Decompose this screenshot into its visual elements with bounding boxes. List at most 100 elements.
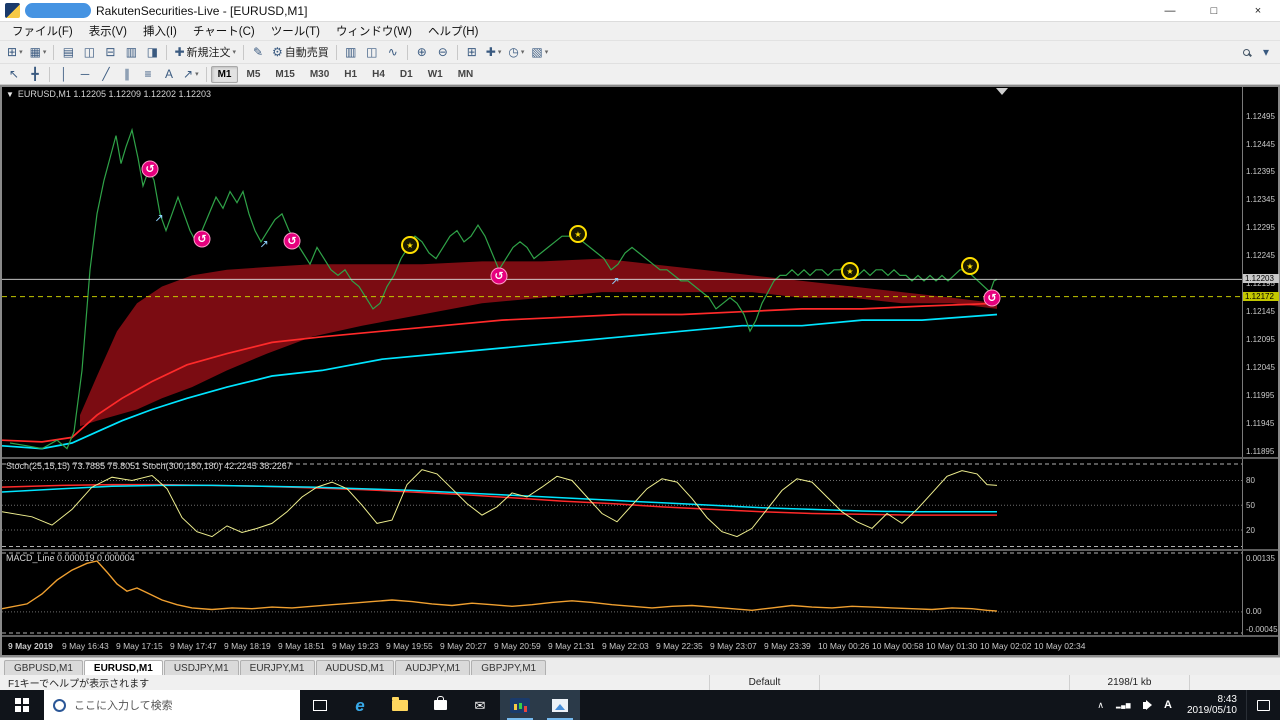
pane-divider[interactable] bbox=[2, 635, 1278, 637]
minimize-button[interactable]: — bbox=[1148, 0, 1192, 21]
clock-date: 2019/05/10 bbox=[1186, 705, 1237, 716]
chart-tab-eurjpy[interactable]: EURJPY,M1 bbox=[239, 660, 315, 675]
strategy-tester-button[interactable]: ◨ bbox=[142, 43, 162, 62]
start-button[interactable] bbox=[0, 690, 44, 720]
status-connection-profile[interactable]: Default bbox=[710, 675, 820, 690]
macd-canvas[interactable] bbox=[2, 551, 1242, 635]
menu-help[interactable]: ヘルプ(H) bbox=[420, 21, 486, 41]
taskbar-app-file-explorer[interactable] bbox=[380, 690, 420, 720]
zoom-in-button[interactable]: ⊕ bbox=[412, 43, 432, 62]
macd-pane[interactable]: MACD_Line 0.000019 0.000004 bbox=[2, 551, 1242, 635]
metaeditor-button[interactable]: ✎ bbox=[248, 43, 268, 62]
volume-button[interactable] bbox=[1137, 690, 1158, 720]
maximize-button[interactable]: □ bbox=[1192, 0, 1236, 21]
menu-charts[interactable]: チャート(C) bbox=[185, 21, 263, 41]
chart-line-button[interactable]: ∿ bbox=[383, 43, 403, 62]
auto-trading-button[interactable]: ⚙ 自動売買 bbox=[269, 43, 332, 62]
taskbar-app-task-view[interactable] bbox=[300, 690, 340, 720]
close-button[interactable]: × bbox=[1236, 0, 1280, 21]
one-click-trading-icon[interactable]: ▼ bbox=[6, 90, 14, 99]
pane-divider[interactable] bbox=[2, 549, 1278, 551]
timeframe-m15-button[interactable]: M15 bbox=[268, 66, 301, 83]
cursor-icon: ↖ bbox=[8, 67, 20, 81]
chart-tab-usdjpy[interactable]: USDJPY,M1 bbox=[163, 660, 239, 675]
new-chart-button[interactable]: ⊞ ▾ bbox=[4, 43, 26, 62]
horizontal-line-button[interactable]: ─ bbox=[75, 65, 95, 84]
new-order-button[interactable]: ✚ 新規注文 ▾ bbox=[171, 43, 239, 62]
taskbar-app-photos[interactable] bbox=[540, 690, 580, 720]
photos-icon bbox=[552, 698, 568, 712]
data-window-button[interactable]: ◫ bbox=[79, 43, 99, 62]
taskbar-app-mail[interactable]: ✉ bbox=[460, 690, 500, 720]
timeframe-mn-button[interactable]: MN bbox=[451, 66, 481, 83]
network-button[interactable]: ▂▄▆ bbox=[1110, 690, 1137, 720]
taskbar-app-edge[interactable]: e bbox=[340, 690, 380, 720]
chart-tab-audusd[interactable]: AUDUSD,M1 bbox=[315, 660, 395, 675]
time-axis-label: 10 May 00:26 bbox=[818, 641, 870, 651]
main-chart-pane[interactable]: ▼ EURUSD,M1 1.12205 1.12209 1.12202 1.12… bbox=[2, 87, 1242, 457]
price-scale[interactable]: 1.12203 1.12172 1.12495 1.12445 1.12395 1.1… bbox=[1242, 87, 1279, 635]
alert-price-tag: 1.12172 bbox=[1243, 291, 1279, 301]
horizontal-line-icon: ─ bbox=[80, 67, 90, 81]
price-scale-tick: 1.12445 bbox=[1246, 139, 1275, 149]
stochastic-canvas[interactable] bbox=[2, 459, 1242, 549]
system-tray: ∧ ▂▄▆ A 8:43 2019/05/10 bbox=[1091, 690, 1280, 720]
search-button[interactable] bbox=[1236, 43, 1256, 62]
price-scale-tick: 1.12395 bbox=[1246, 167, 1275, 177]
periods-button[interactable]: ◷ ▾ bbox=[505, 43, 527, 62]
taskbar-app-store[interactable] bbox=[420, 690, 460, 720]
toolbar-options-button[interactable]: ▾ bbox=[1256, 43, 1276, 62]
timeframe-h4-button[interactable]: H4 bbox=[365, 66, 392, 83]
chart-bars-button[interactable]: ▥ bbox=[341, 43, 361, 62]
profiles-button[interactable]: ▦ ▾ bbox=[27, 43, 50, 62]
vertical-line-button[interactable]: │ bbox=[54, 65, 74, 84]
main-chart-canvas[interactable] bbox=[2, 87, 1242, 457]
timeframe-m30-button[interactable]: M30 bbox=[303, 66, 336, 83]
action-center-button[interactable] bbox=[1246, 690, 1280, 720]
ime-mode-button[interactable]: A bbox=[1158, 690, 1178, 720]
arrow-objects-button[interactable]: ↗ ▾ bbox=[180, 65, 202, 84]
terminal-button[interactable]: ▥ bbox=[121, 43, 141, 62]
stochastic-pane[interactable]: Stoch(25,15,15) 73.7885 75.8051 Stoch(30… bbox=[2, 459, 1242, 549]
reverse-signal-marker: ↺ bbox=[490, 267, 508, 285]
menu-tools[interactable]: ツール(T) bbox=[263, 21, 328, 41]
timeframe-w1-button[interactable]: W1 bbox=[421, 66, 450, 83]
cursor-button[interactable]: ↖ bbox=[4, 65, 24, 84]
menu-insert[interactable]: 挿入(I) bbox=[135, 21, 185, 41]
text-label-button[interactable]: A bbox=[159, 65, 179, 84]
menu-file[interactable]: ファイル(F) bbox=[4, 21, 81, 41]
time-axis-label: 9 May 20:27 bbox=[440, 641, 487, 651]
trendline-button[interactable]: ╱ bbox=[96, 65, 116, 84]
taskbar-app-mt4[interactable] bbox=[500, 690, 540, 720]
menu-view[interactable]: 表示(V) bbox=[81, 21, 135, 41]
taskbar-search-input[interactable]: ここに入力して検索 bbox=[44, 690, 300, 720]
time-scale[interactable]: 9 May 2019 9 May 16:43 9 May 17:15 9 May 17… bbox=[2, 637, 1278, 655]
equidistant-channel-button[interactable]: ∥ bbox=[117, 65, 137, 84]
timeframe-m5-button[interactable]: M5 bbox=[239, 66, 267, 83]
zoom-out-button[interactable]: ⊖ bbox=[433, 43, 453, 62]
chart-tab-gbpusd[interactable]: GBPUSD,M1 bbox=[4, 660, 83, 675]
timeframe-d1-button[interactable]: D1 bbox=[393, 66, 420, 83]
mt4-icon bbox=[510, 697, 530, 713]
crosshair-button[interactable]: ╋ bbox=[25, 65, 45, 84]
timeframe-m1-button[interactable]: M1 bbox=[210, 65, 239, 83]
indicators-list-button[interactable]: ✚ ▾ bbox=[483, 43, 505, 62]
tile-windows-button[interactable]: ⊞ bbox=[462, 43, 482, 62]
chart-candlesticks-button[interactable]: ◫ bbox=[362, 43, 382, 62]
status-help-text: F1キーでヘルプが表示されます bbox=[0, 675, 710, 690]
pane-divider[interactable] bbox=[2, 457, 1278, 459]
chart-tab-eurusd[interactable]: EURUSD,M1 bbox=[83, 660, 163, 675]
navigator-button[interactable]: ⊟ bbox=[100, 43, 120, 62]
vertical-line-icon: │ bbox=[60, 67, 68, 81]
chart-line-icon: ∿ bbox=[387, 45, 398, 59]
taskbar-clock[interactable]: 8:43 2019/05/10 bbox=[1178, 694, 1246, 716]
market-watch-button[interactable]: ▤ bbox=[58, 43, 78, 62]
templates-button[interactable]: ▧ ▾ bbox=[528, 43, 551, 62]
chart-tab-audjpy[interactable]: AUDJPY,M1 bbox=[395, 660, 471, 675]
hidden-icons-button[interactable]: ∧ bbox=[1091, 690, 1110, 720]
menu-window[interactable]: ウィンドウ(W) bbox=[328, 21, 420, 41]
fibonacci-retracement-button[interactable]: ≡ bbox=[138, 65, 158, 84]
timeframe-h1-button[interactable]: H1 bbox=[337, 66, 364, 83]
task-view-icon bbox=[313, 699, 327, 711]
chart-tab-gbpjpy[interactable]: GBPJPY,M1 bbox=[471, 660, 547, 675]
